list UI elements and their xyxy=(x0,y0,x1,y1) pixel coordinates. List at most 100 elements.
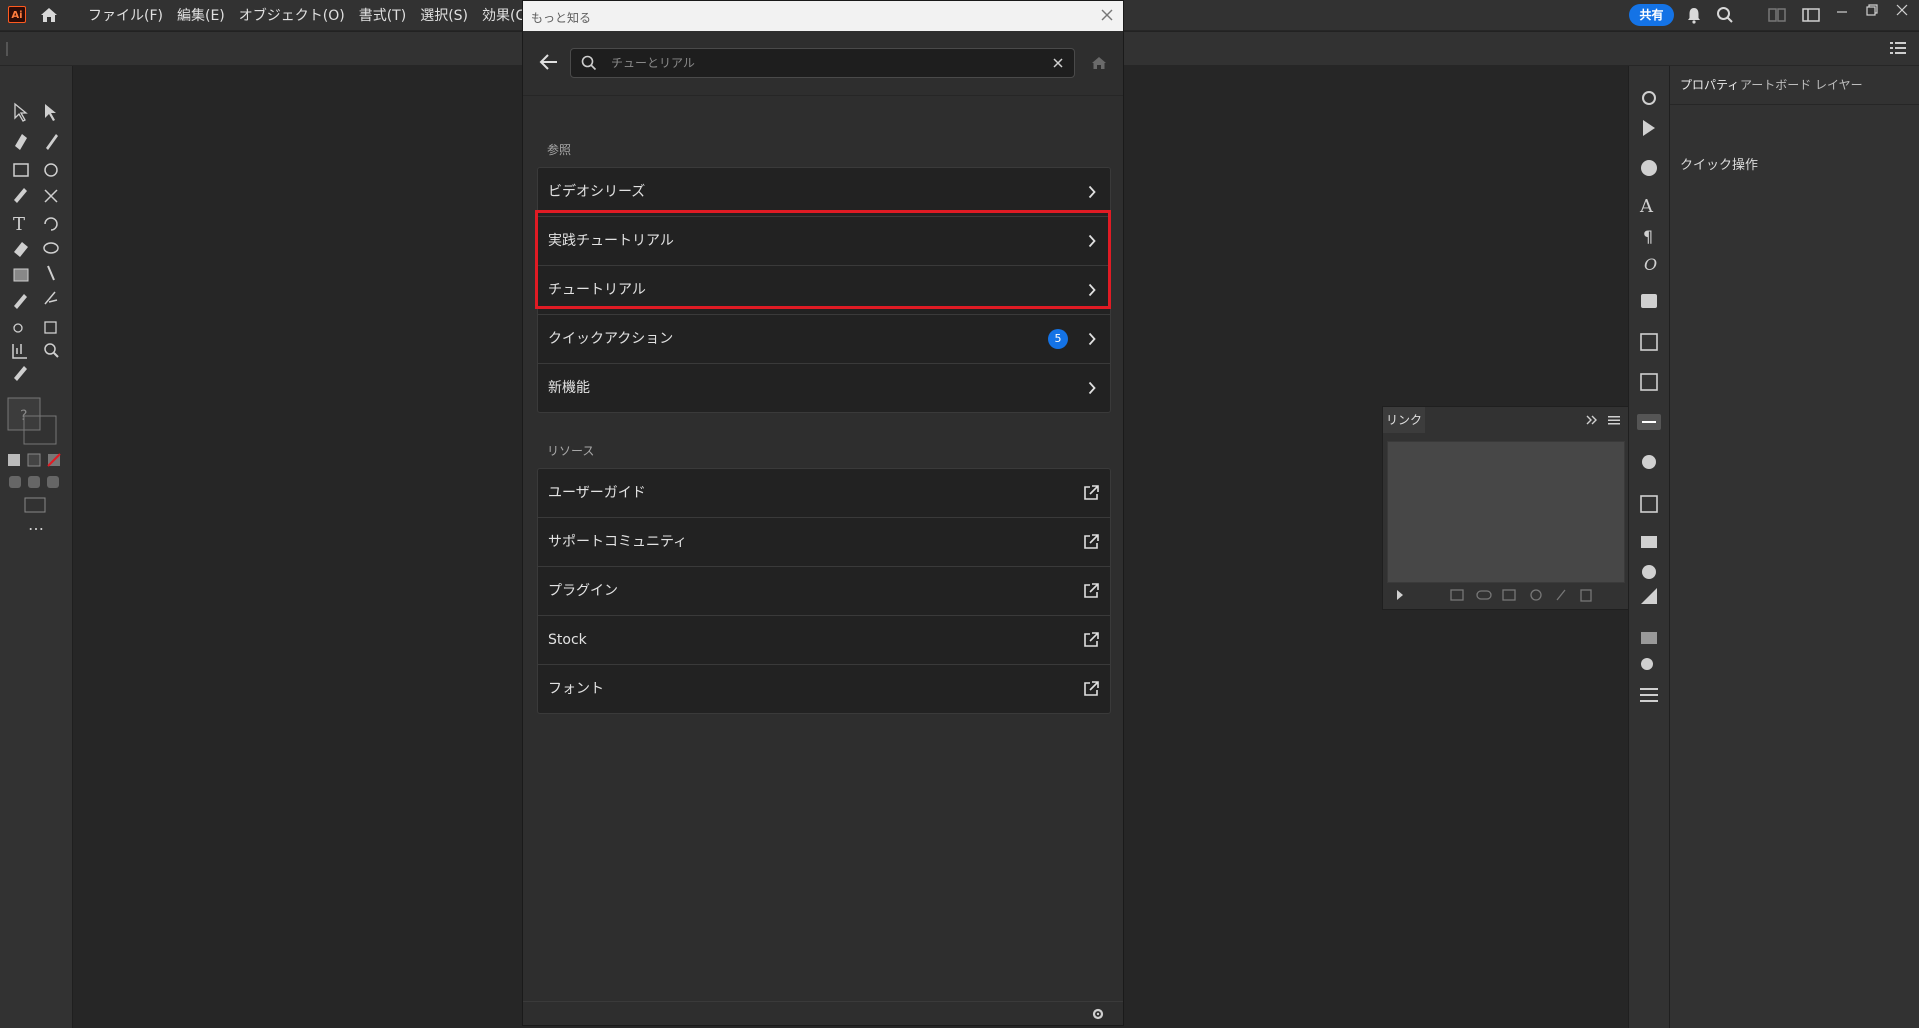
artboards-icon xyxy=(1640,373,1658,391)
links-list[interactable] xyxy=(1387,441,1625,583)
properties-panel: プロパティ アートボード レイヤー クイック操作 xyxy=(1669,66,1919,1028)
resource-item-user-guide[interactable]: ユーザーガイド xyxy=(538,469,1110,518)
close-icon[interactable] xyxy=(1099,7,1115,23)
tab-divider xyxy=(1670,104,1919,105)
shape-builder-tool-icon xyxy=(13,323,23,333)
browse-item-whats-new[interactable]: 新機能 xyxy=(538,364,1110,412)
screen-mode-icon xyxy=(24,497,46,513)
menu-file[interactable]: ファイル(F) xyxy=(88,5,163,25)
collapse-panel-icon[interactable] xyxy=(1585,414,1599,426)
transform-icon xyxy=(1640,495,1658,513)
links-tab[interactable]: リンク xyxy=(1383,407,1425,433)
tab-layers[interactable]: レイヤー xyxy=(1815,76,1863,93)
draw-normal-icon xyxy=(9,476,21,488)
gear-icon[interactable] xyxy=(1091,1007,1105,1021)
search-input-value: チューとリアル xyxy=(611,56,695,70)
browse-item-quick-actions[interactable]: クイックアクション 5 xyxy=(538,315,1110,364)
browse-section-label: 参照 xyxy=(547,143,572,157)
list-item-label: 実践チュートリアル xyxy=(548,233,674,249)
resource-item-support-community[interactable]: サポートコミュニティ xyxy=(538,518,1110,567)
browse-list: ビデオシリーズ 実践チュートリアル チュートリアル クイックアクション 5 新機… xyxy=(537,167,1111,413)
list-item-label: クイックアクション xyxy=(548,331,674,347)
go-to-link-icon xyxy=(1502,589,1516,601)
pen-tool-icon xyxy=(15,134,27,150)
panel-layout-icon[interactable] xyxy=(1802,8,1820,22)
chevron-right-icon xyxy=(1088,283,1096,297)
chevron-right-icon xyxy=(1088,332,1096,346)
color-icon xyxy=(1642,565,1656,579)
browse-item-video-series[interactable]: ビデオシリーズ xyxy=(538,168,1110,217)
list-item-label: ビデオシリーズ xyxy=(548,184,646,200)
edit-original-icon xyxy=(1556,589,1566,601)
transparency-icon xyxy=(1641,658,1653,670)
menu-type[interactable]: 書式(T) xyxy=(359,5,406,25)
list-item-label: プラグイン xyxy=(548,583,618,599)
search-icon[interactable] xyxy=(1716,6,1734,24)
app-logo: Ai xyxy=(8,6,26,23)
graph-tool-icon xyxy=(12,344,27,359)
tab-properties[interactable]: プロパティ xyxy=(1680,76,1739,93)
close-window-icon[interactable] xyxy=(1896,4,1908,16)
eraser-tool-icon xyxy=(14,242,28,257)
trash-icon xyxy=(1580,589,1592,602)
puppet-warp-tool-icon xyxy=(44,291,58,305)
measure-tool-icon xyxy=(14,366,27,381)
home-icon[interactable] xyxy=(1090,54,1108,72)
play-icon xyxy=(1643,120,1655,136)
share-button[interactable]: 共有 xyxy=(1629,4,1674,26)
symbols-icon xyxy=(1641,536,1657,548)
brushes-icon xyxy=(1641,588,1657,604)
list-item-label: Stock xyxy=(548,632,587,648)
export-icon xyxy=(1640,333,1658,351)
menu-object[interactable]: オブジェクト(O) xyxy=(239,5,345,25)
list-item-label: ユーザーガイド xyxy=(548,485,646,501)
search-input[interactable]: チューとリアル xyxy=(570,48,1075,78)
links-panel: リンク xyxy=(1382,406,1629,610)
appearance-icon xyxy=(1642,455,1656,469)
type-tool-icon: T xyxy=(13,214,25,235)
opentype-icon: O xyxy=(1644,255,1657,274)
eyedropper-tool-icon xyxy=(14,294,27,309)
quick-actions-title: クイック操作 xyxy=(1680,158,1759,173)
minimize-icon[interactable] xyxy=(1836,4,1848,16)
home-icon[interactable] xyxy=(38,4,60,26)
count-badge: 5 xyxy=(1048,329,1068,349)
tab-artboard[interactable]: アートボード xyxy=(1740,76,1811,93)
menu-edit[interactable]: 編集(E) xyxy=(177,5,225,25)
resource-item-stock[interactable]: Stock xyxy=(538,616,1110,665)
dialog-footer xyxy=(523,1001,1123,1026)
dialog-header: チューとリアル xyxy=(523,31,1123,96)
panel-menu-icon[interactable] xyxy=(1607,414,1621,426)
back-arrow-icon[interactable] xyxy=(539,53,559,71)
external-link-icon xyxy=(1082,680,1100,698)
chevron-right-icon xyxy=(1088,381,1096,395)
left-toolbar: T ? … xyxy=(0,66,73,1028)
shaper-tool-icon xyxy=(44,163,58,177)
browse-item-hands-on-tutorials[interactable]: 実践チュートリアル xyxy=(538,217,1110,266)
resource-item-fonts[interactable]: フォント xyxy=(538,665,1110,713)
show-link-info-icon xyxy=(1397,590,1403,600)
bell-icon[interactable] xyxy=(1686,6,1702,24)
color-mode-icon xyxy=(8,454,20,466)
character-icon: A xyxy=(1639,196,1654,217)
resources-list: ユーザーガイド サポートコミュニティ プラグイン Stock フォント xyxy=(537,468,1111,714)
workspace-layout-icon[interactable] xyxy=(1768,8,1786,22)
width-tool-icon xyxy=(47,265,55,281)
restore-icon[interactable] xyxy=(1866,4,1878,16)
browse-item-tutorials[interactable]: チュートリアル xyxy=(538,266,1110,315)
links-footer xyxy=(1383,583,1628,607)
list-item-label: フォント xyxy=(548,681,604,697)
image-trace-icon xyxy=(1641,294,1657,308)
clear-icon[interactable] xyxy=(1051,56,1065,70)
list-icon[interactable] xyxy=(1890,41,1906,55)
resource-item-plugins[interactable]: プラグイン xyxy=(538,567,1110,616)
paragraph-icon: ¶ xyxy=(1643,227,1653,246)
external-link-icon xyxy=(1082,631,1100,649)
panel-icon-strip: A ¶ O xyxy=(1628,66,1669,1028)
control-bar-grip[interactable] xyxy=(6,42,8,56)
rectangle-tool-icon xyxy=(13,163,29,177)
external-link-icon xyxy=(1082,533,1100,551)
menu-select[interactable]: 選択(S) xyxy=(420,5,468,25)
list-item-label: 新機能 xyxy=(548,380,590,396)
selection-tool-icon xyxy=(14,102,28,122)
